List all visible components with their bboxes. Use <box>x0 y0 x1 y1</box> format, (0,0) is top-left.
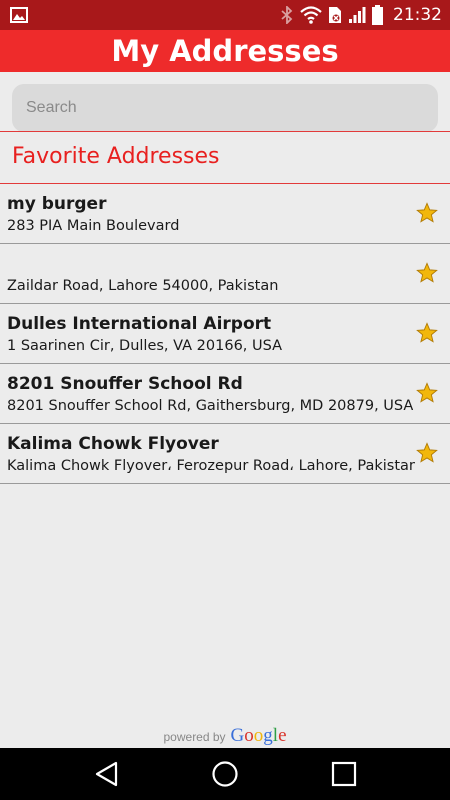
divider <box>0 131 450 132</box>
search-input[interactable] <box>12 84 438 132</box>
sim-icon <box>329 7 341 23</box>
page-title: My Addresses <box>111 34 339 68</box>
star-icon[interactable] <box>416 262 438 284</box>
address-name: my burger <box>7 194 107 214</box>
recents-icon <box>331 761 357 787</box>
section-title: Favorite Addresses <box>12 144 220 169</box>
google-logo: Google <box>230 725 287 746</box>
signal-icon <box>349 7 366 23</box>
star-icon[interactable] <box>416 202 438 224</box>
address-name: Kalima Chowk Flyover <box>7 434 219 454</box>
search-box <box>12 84 438 132</box>
favorite-address-list: my burger 283 PIA Main Boulevard Zaildar… <box>0 184 450 484</box>
status-bar: 21:32 <box>0 0 450 30</box>
powered-by-google: powered by Google <box>0 725 450 747</box>
app-header: My Addresses <box>0 30 450 72</box>
recents-button[interactable] <box>314 748 374 800</box>
address-text: 283 PIA Main Boulevard <box>7 218 180 234</box>
address-row[interactable]: Zaildar Road, Lahore 54000, Pakistan <box>0 244 450 304</box>
address-text: 8201 Snouffer School Rd, Gaithersburg, M… <box>7 398 414 414</box>
address-text: Kalima Chowk Flyover، Ferozepur Road، La… <box>7 458 415 474</box>
address-text: 1 Saarinen Cir, Dulles, VA 20166, USA <box>7 338 283 354</box>
address-row[interactable]: my burger 283 PIA Main Boulevard <box>0 184 450 244</box>
address-row[interactable]: Kalima Chowk Flyover Kalima Chowk Flyove… <box>0 424 450 484</box>
home-icon <box>212 761 238 787</box>
address-row[interactable]: 8201 Snouffer School Rd 8201 Snouffer Sc… <box>0 364 450 424</box>
star-icon[interactable] <box>416 322 438 344</box>
address-text: Zaildar Road, Lahore 54000, Pakistan <box>7 278 279 294</box>
address-name: Dulles International Airport <box>7 314 272 334</box>
back-icon <box>95 761 118 787</box>
address-name: 8201 Snouffer School Rd <box>7 374 243 394</box>
wifi-icon <box>300 6 322 24</box>
image-icon <box>10 7 28 23</box>
star-icon[interactable] <box>416 382 438 404</box>
bluetooth-icon <box>281 6 293 24</box>
navigation-bar <box>0 748 450 800</box>
home-button[interactable] <box>195 748 255 800</box>
back-button[interactable] <box>77 748 137 800</box>
star-icon[interactable] <box>416 442 438 464</box>
powered-by-label: powered by <box>163 730 226 744</box>
battery-icon <box>372 5 383 25</box>
address-row[interactable]: Dulles International Airport 1 Saarinen … <box>0 304 450 364</box>
clock: 21:32 <box>393 5 442 25</box>
